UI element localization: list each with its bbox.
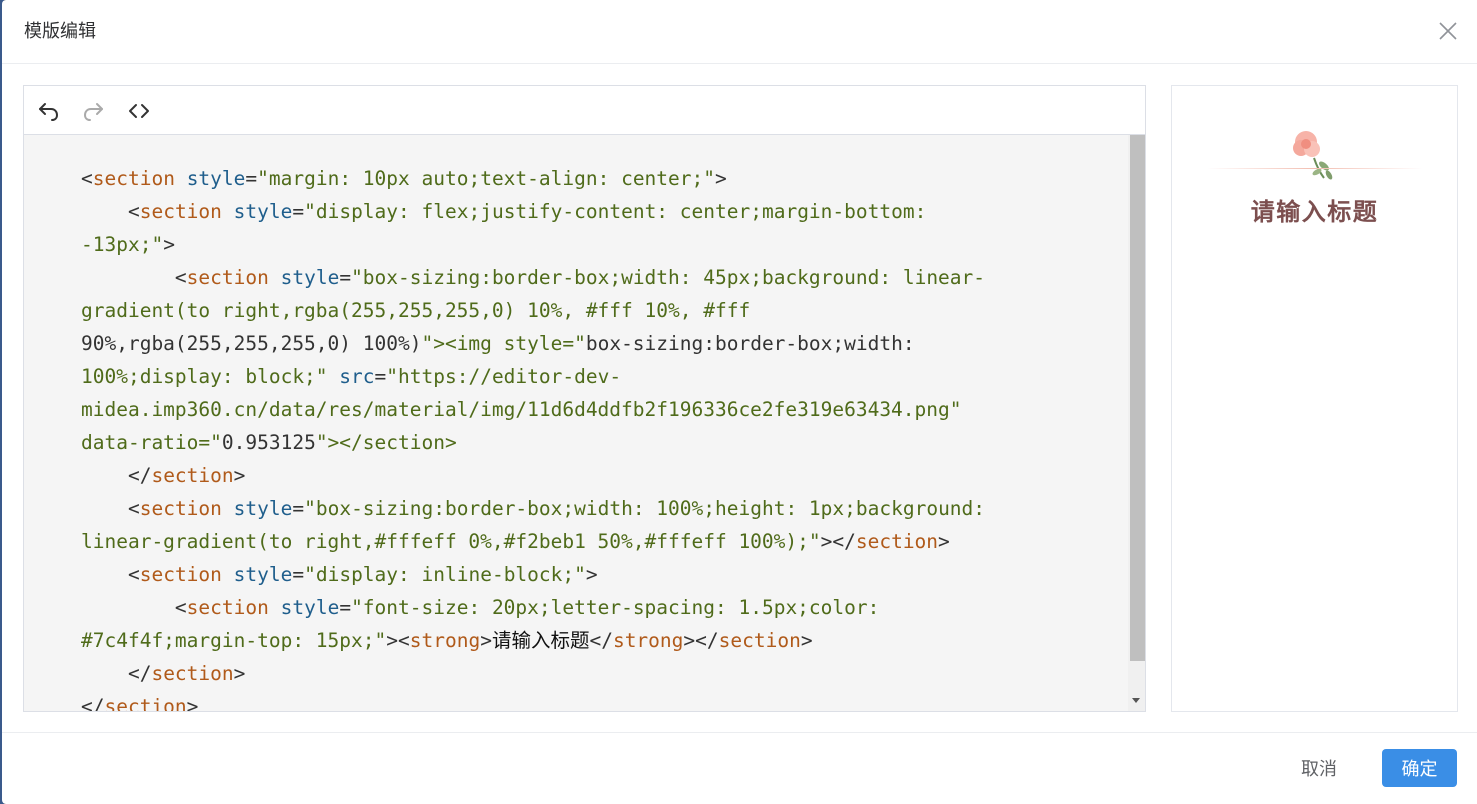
code-line: </section> xyxy=(81,695,199,711)
vertical-scrollbar[interactable] xyxy=(1128,135,1145,711)
code-line: <section style="box-sizing:border-box;wi… xyxy=(174,266,986,289)
code-line: 100%;display: block;" src="https://edito… xyxy=(81,365,622,388)
code-line: linear-gradient(to right,#fffeff 0%,#f2b… xyxy=(81,530,950,553)
close-icon[interactable] xyxy=(1437,20,1459,42)
code-line: </section> xyxy=(127,464,246,487)
code-editor: <section style="margin: 10px auto;text-a… xyxy=(23,85,1146,712)
code-line: <section style="font-size: 20px;letter-s… xyxy=(174,596,880,619)
redo-icon[interactable] xyxy=(80,98,106,124)
flower-icon xyxy=(1293,131,1333,180)
cancel-button[interactable]: 取消 xyxy=(1289,749,1349,787)
code-line: gradient(to right,rgba(255,255,255,0) 10… xyxy=(81,299,751,322)
dialog-header: 模版编辑 xyxy=(2,0,1477,64)
code-line: </section> xyxy=(127,662,246,685)
code-line: <section style="display: inline-block;"> xyxy=(127,563,598,586)
divider-line xyxy=(1208,168,1422,169)
scroll-down-arrow-icon[interactable] xyxy=(1132,698,1140,703)
code-line: midea.imp360.cn/data/res/material/img/11… xyxy=(81,398,962,421)
confirm-button[interactable]: 确定 xyxy=(1382,749,1457,787)
code-icon[interactable] xyxy=(126,98,152,124)
editor-toolbar xyxy=(24,86,1145,135)
code-line: -13px;"> xyxy=(81,233,175,256)
code-line: <section style="box-sizing:border-box;wi… xyxy=(127,497,986,520)
code-content[interactable]: <section style="margin: 10px auto;text-a… xyxy=(81,162,1081,711)
code-line: data-ratio="0.953125"></section> xyxy=(81,431,457,454)
preview-panel: 请输入标题 xyxy=(1171,85,1458,712)
code-line: #7c4f4f;margin-top: 15px;"><strong>请输入标题… xyxy=(81,629,813,652)
code-line: 90%,rgba(255,255,255,0) 100%)"><img styl… xyxy=(81,332,915,355)
scrollbar-thumb[interactable] xyxy=(1130,135,1145,661)
code-line: <section style="display: flex;justify-co… xyxy=(127,200,927,223)
template-edit-dialog: 模版编辑 <section style="margin: 10px auto;t… xyxy=(2,0,1477,804)
dialog-title: 模版编辑 xyxy=(24,21,96,42)
undo-icon[interactable] xyxy=(36,98,62,124)
dialog-footer: 取消 确定 xyxy=(2,732,1477,804)
preview-title: 请输入标题 xyxy=(1250,198,1379,226)
code-text-area[interactable]: <section style="margin: 10px auto;text-a… xyxy=(24,135,1145,711)
code-line: <section style="margin: 10px auto;text-a… xyxy=(81,167,727,190)
